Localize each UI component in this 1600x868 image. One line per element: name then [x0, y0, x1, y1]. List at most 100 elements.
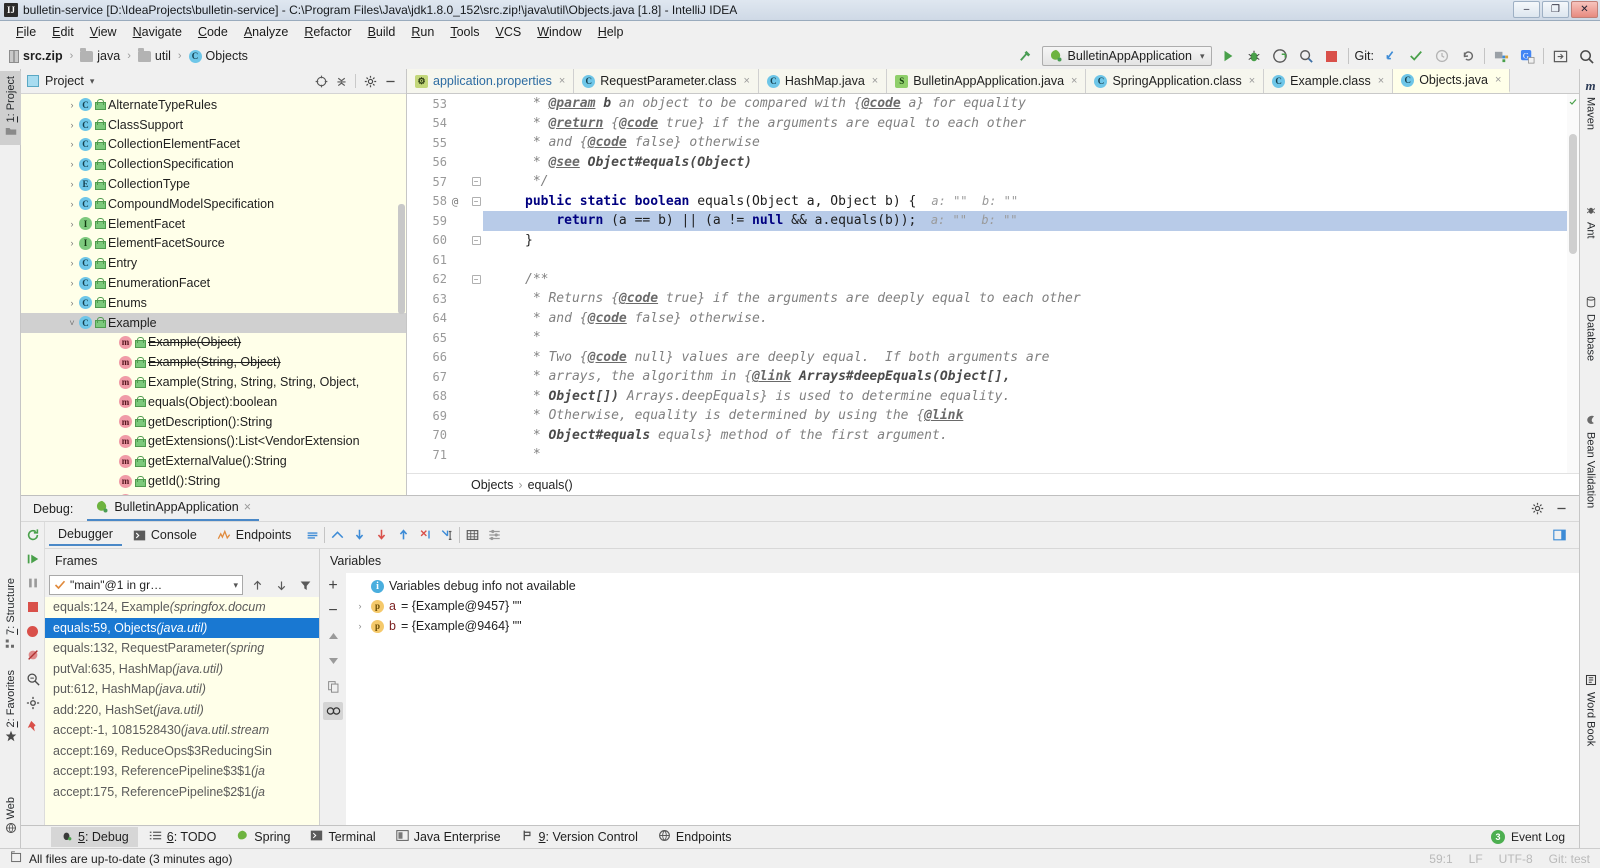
tree-expander-icon[interactable]: › — [65, 278, 79, 288]
minimize-button[interactable]: – — [1513, 1, 1540, 18]
close-icon[interactable]: × — [872, 75, 878, 87]
move-watch-up-button[interactable] — [323, 627, 343, 645]
menu-item-edit[interactable]: Edit — [44, 23, 82, 41]
git-branch-indicator[interactable]: Git: test — [1549, 852, 1590, 866]
variable-expander-icon[interactable]: › — [354, 601, 366, 611]
editor-tab-application-properties[interactable]: ⚙ application.properties × — [407, 69, 575, 93]
menu-item-help[interactable]: Help — [590, 23, 632, 41]
tree-node[interactable]: › E CollectionType — [21, 174, 406, 194]
frames-list[interactable]: equals:124, Example (springfox.docum equa… — [45, 597, 319, 825]
tool-tab-database[interactable]: Database — [1580, 291, 1600, 366]
menu-item-file[interactable]: File — [8, 23, 44, 41]
tree-expander-icon[interactable]: › — [65, 238, 79, 248]
search-everywhere-icon[interactable] — [1576, 46, 1596, 66]
thread-combo[interactable]: "main"@1 in gr… ▾ — [49, 575, 243, 595]
fold-region[interactable] — [469, 426, 483, 446]
git-update-project-icon[interactable] — [1380, 46, 1400, 66]
breadcrumb-item-src-zip[interactable]: src.zip — [6, 48, 66, 64]
force-step-into-icon[interactable] — [415, 526, 435, 544]
variable-row[interactable]: › p b = {Example@9464} "" — [346, 616, 1579, 636]
collapse-all-button[interactable] — [331, 71, 351, 91]
profile-button[interactable] — [1296, 46, 1316, 66]
run-to-cursor-icon[interactable] — [437, 526, 457, 544]
tree-node[interactable]: m equals(Object):boolean — [21, 392, 406, 412]
menu-item-run[interactable]: Run — [403, 23, 442, 41]
close-icon[interactable]: × — [1495, 74, 1501, 86]
tool-window-button-endpoints[interactable]: Endpoints — [649, 827, 741, 847]
pause-program-icon[interactable] — [23, 574, 43, 592]
code-view[interactable]: 53 54 55 56 57 58 @59 60 61 62 63 64 65 66 67 68 69 70 71 … — [407, 94, 1579, 473]
step-into-icon[interactable] — [371, 526, 391, 544]
code-line[interactable]: * Object#equals equals} method of the fi… — [483, 426, 1579, 446]
debug-button[interactable] — [1244, 46, 1264, 66]
frame-row[interactable]: accept:169, ReduceOps$3ReducingSin — [45, 741, 319, 762]
editor-tab-objects-java[interactable]: C Objects.java × — [1393, 69, 1511, 93]
editor-scrollbar[interactable] — [1567, 94, 1579, 473]
source-code[interactable]: * @param b an object to be compared with… — [483, 94, 1579, 473]
fold-region[interactable] — [469, 328, 483, 348]
close-icon[interactable]: × — [559, 75, 565, 87]
tool-window-button-java-enterprise[interactable]: Java Enterprise — [387, 827, 510, 847]
menu-item-view[interactable]: View — [82, 23, 125, 41]
tree-node[interactable]: m Example(String, Object) — [21, 352, 406, 372]
menu-item-vcs[interactable]: VCS — [488, 23, 530, 41]
tree-node[interactable]: › C EnumerationFacet — [21, 273, 406, 293]
fold-region[interactable] — [469, 250, 483, 270]
code-line[interactable]: public static boolean equals(Object a, O… — [483, 192, 1579, 212]
debug-session-tab[interactable]: BulletinAppApplication × — [87, 497, 260, 521]
pin-tab-icon[interactable] — [23, 718, 43, 736]
fold-region[interactable]: − — [469, 172, 483, 192]
fold-region[interactable] — [469, 94, 483, 114]
tree-node[interactable]: m getExtensions():List<VendorExtension — [21, 432, 406, 452]
code-line[interactable]: } — [483, 231, 1579, 251]
tree-node[interactable]: › I ElementFacetSource — [21, 234, 406, 254]
tool-window-button-5-debug[interactable]: 5: Debug — [51, 826, 138, 847]
menu-item-build[interactable]: Build — [360, 23, 404, 41]
tree-node[interactable]: m getDescription():String — [21, 412, 406, 432]
build-hammer-icon[interactable] — [1016, 46, 1036, 66]
fold-region[interactable] — [469, 309, 483, 329]
settings-sliders-icon[interactable] — [484, 526, 504, 544]
fold-gutter[interactable]: − − − − — [469, 94, 483, 473]
frame-row[interactable]: accept:-1, 1081528430 (java.util.stream — [45, 720, 319, 741]
code-line[interactable]: * and {@code false} otherwise — [483, 133, 1579, 153]
code-line[interactable]: /** — [483, 270, 1579, 290]
tree-expander-icon[interactable]: › — [65, 120, 79, 130]
code-line[interactable]: * Object[]) Arrays.deepEquals} is used t… — [483, 387, 1579, 407]
tool-tab-1-project[interactable]: 1: Project — [0, 71, 21, 146]
fold-collapse-icon[interactable]: − — [471, 235, 481, 245]
fold-region[interactable] — [469, 445, 483, 465]
close-icon[interactable]: × — [743, 75, 749, 87]
project-tree-scrollbar[interactable] — [397, 94, 406, 495]
google-translate-icon[interactable]: G — [1517, 46, 1537, 66]
view-breakpoints-icon[interactable] — [23, 622, 43, 640]
event-log-area[interactable]: 3 Event Log — [1490, 829, 1579, 844]
close-icon[interactable]: × — [1378, 75, 1384, 87]
tree-node[interactable]: m getExternalValue():String — [21, 451, 406, 471]
frame-row[interactable]: equals:124, Example (springfox.docum — [45, 597, 319, 618]
editor-breadcrumb-item[interactable]: Objects — [471, 478, 513, 492]
menu-item-refactor[interactable]: Refactor — [296, 23, 359, 41]
fold-region[interactable] — [469, 133, 483, 153]
close-icon[interactable]: × — [1071, 75, 1077, 87]
tree-expander-icon[interactable]: › — [65, 298, 79, 308]
tree-expander-icon[interactable]: › — [65, 179, 79, 189]
fold-region[interactable] — [469, 367, 483, 387]
tool-window-button-6-todo[interactable]: 6: TODO — [140, 827, 226, 847]
add-watch-button[interactable]: + — [323, 577, 343, 595]
code-line[interactable]: * @see Object#equals(Object) — [483, 153, 1579, 173]
fold-region[interactable] — [469, 211, 483, 231]
frame-row[interactable]: put:612, HashMap (java.util) — [45, 679, 319, 700]
frame-row[interactable]: putVal:635, HashMap (java.util) — [45, 659, 319, 680]
fold-region[interactable] — [469, 348, 483, 368]
fold-collapse-icon[interactable]: − — [471, 177, 481, 187]
watches-toggle-button[interactable] — [323, 702, 343, 720]
debug-settings-gear-icon[interactable] — [1527, 499, 1547, 519]
code-line[interactable]: * — [483, 445, 1579, 465]
project-tree[interactable]: › C AlternateTypeRules › C ClassSupport › C Coll… — [21, 94, 406, 495]
fold-collapse-icon[interactable]: − — [471, 274, 481, 284]
tree-node[interactable]: ˅ C Example — [21, 312, 406, 333]
fold-region[interactable] — [469, 289, 483, 309]
line-separator[interactable]: LF — [1469, 852, 1483, 866]
scroll-from-source-button[interactable] — [311, 71, 331, 91]
